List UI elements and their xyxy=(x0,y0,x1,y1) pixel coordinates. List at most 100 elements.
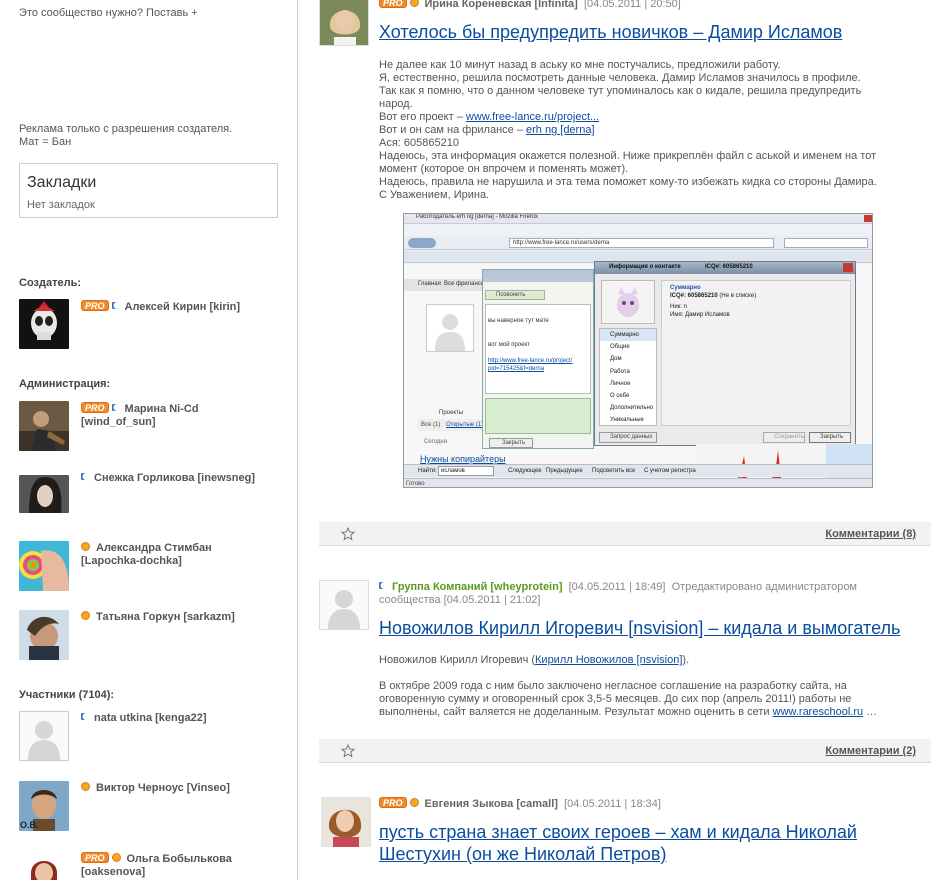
admin-name[interactable]: Марина Ni-Cd xyxy=(125,403,199,415)
chat-line: вот мой проект xyxy=(488,342,530,348)
comments-link[interactable]: Комментарии (2) xyxy=(825,745,916,757)
avatar[interactable]: O.B. xyxy=(19,781,69,831)
post-signature: С Уважением, Ирина. xyxy=(379,189,490,201)
post-title-line[interactable]: пусть страна знает своих героев – хам и … xyxy=(379,822,857,842)
icq-menu-item: Уникальные xyxy=(610,417,644,424)
admin-name[interactable]: Александра Стимбан xyxy=(96,542,212,554)
site-tabs: Главная Все фрилансеры xyxy=(404,279,492,291)
post-title[interactable]: Хотелось бы предупредить новичков – Дами… xyxy=(379,21,842,43)
user-photo xyxy=(426,304,474,352)
post-body: Новожилов Кирилл Игоревич (Кирилл Новожи… xyxy=(379,654,889,719)
close-label: Закрыть xyxy=(820,434,844,440)
admin-login[interactable]: [Lapochka-dochka] xyxy=(81,555,182,567)
avatar[interactable] xyxy=(19,711,69,761)
freelance-profile-link[interactable]: erh ng [derna] xyxy=(526,124,595,136)
close-icon xyxy=(864,215,872,222)
post-date: [04.05.2011 | 20:50] xyxy=(583,0,681,10)
bookmarks-title: Закладки xyxy=(27,174,97,191)
close-icon xyxy=(843,263,853,272)
post-author[interactable]: Ирина Кореневская [Infinita] xyxy=(425,0,578,10)
browser-navbar: http://www.free-lance.ru/users/derna xyxy=(404,236,872,250)
star-icon[interactable] xyxy=(341,527,355,541)
avatar[interactable] xyxy=(19,299,69,349)
star-icon[interactable] xyxy=(341,744,355,758)
icq-status: (Не в списке) xyxy=(719,293,757,299)
avatar[interactable] xyxy=(19,610,69,660)
post-line: Так как я помню, что о данном человеке т… xyxy=(379,85,862,110)
avatar[interactable] xyxy=(19,851,69,880)
icq-menu-item: Суммарно xyxy=(600,329,656,342)
post-body: Не далее как 10 минут назад в аську ко м… xyxy=(379,59,889,202)
bookmarks-box: Закладки Нет закладок xyxy=(19,163,278,218)
post-date: [04.05.2011 | 18:49] xyxy=(568,581,666,593)
project-link[interactable]: www.free-lance.ru/project... xyxy=(466,111,599,123)
site-link[interactable]: www.rareschool.ru xyxy=(773,706,863,718)
admin-name[interactable]: Татьяна Горкун [sarkazm] xyxy=(96,611,235,623)
chat-line: вы наверное тут мате xyxy=(488,318,549,324)
intro-suffix: ). xyxy=(682,654,690,666)
browser-statusbar: Готово xyxy=(404,478,872,487)
admin-login[interactable]: [wind_of_sun] xyxy=(81,416,156,428)
back-forward-icon xyxy=(408,238,436,248)
members-heading[interactable]: Участники (7104): xyxy=(19,689,114,701)
status-icon xyxy=(409,0,419,7)
post-footer: Комментарии (8) xyxy=(319,522,931,546)
project-filters: Все (1) Открытые (1) xyxy=(418,419,488,431)
icq-title: Информация о контакте xyxy=(609,264,681,270)
attached-screenshot[interactable]: Работодатель erh ng [derna] - Mozilla Fi… xyxy=(403,213,873,488)
icq-details: Суммарно ICQ#: 605865210 (Не в списке) Н… xyxy=(661,280,851,426)
post-date: [04.05.2011 | 18:34] xyxy=(564,798,661,810)
post-title-line[interactable]: Шестухин (он же Николай Петров) xyxy=(379,844,666,864)
edited-note: Отредактировано администратором xyxy=(671,581,857,593)
icq-number: Ася: 605865210 xyxy=(379,137,459,149)
comments-link[interactable]: Комментарии (8) xyxy=(825,528,916,540)
icq-summary: Суммарно xyxy=(670,285,701,291)
browser-titlebar: Работодатель erh ng [derna] - Mozilla Fi… xyxy=(404,214,872,224)
member-name[interactable]: nata utkina [kenga22] xyxy=(94,712,206,724)
request-data-button: Запрос данных xyxy=(599,432,657,443)
author-avatar[interactable] xyxy=(319,0,369,46)
author-avatar[interactable] xyxy=(321,797,371,847)
intro-prefix: Новожилов Кирилл Игоревич ( xyxy=(379,654,536,666)
status-icon xyxy=(111,853,121,862)
icq-info-window: Информация о контакте ICQ#: 605865210 Су… xyxy=(594,261,856,446)
read-more[interactable]: … xyxy=(863,706,877,718)
avatar[interactable] xyxy=(19,475,69,513)
post-title[interactable]: пусть страна знает своих героев – хам и … xyxy=(379,821,857,865)
avatar[interactable] xyxy=(19,401,69,451)
member-name[interactable]: Виктор Черноус [Vinseo] xyxy=(96,782,230,794)
member-name[interactable]: Ольга Бобылькова xyxy=(127,853,232,865)
edited-note-date: сообщества [04.05.2011 | 21:02] xyxy=(379,594,541,606)
user-icon xyxy=(111,302,117,309)
post-title[interactable]: Новожилов Кирилл Игоревич [nsvision] – к… xyxy=(379,617,900,639)
community-sidebar: Это сообщество нужно? Поставь + Реклама … xyxy=(0,0,298,880)
find-input: исламов xyxy=(438,466,494,476)
icq-menu: Суммарно Общие Дом Работа Личное О себе … xyxy=(599,328,657,426)
user-icon xyxy=(379,582,384,589)
find-next: Следующее xyxy=(508,468,542,474)
icq-menu-item: О себе xyxy=(610,393,630,400)
post-line: Не далее как 10 минут назад в аську ко м… xyxy=(379,59,781,71)
creator-name[interactable]: Алексей Кирин [kirin] xyxy=(125,301,241,313)
ads-rule: Реклама только с разрешения создателя. xyxy=(19,123,233,135)
status-icon xyxy=(81,542,90,551)
profile-link[interactable]: Кирилл Новожилов [nsvision] xyxy=(535,654,682,666)
post-author[interactable]: Евгения Зыкова [camall] xyxy=(425,798,558,810)
chat-line: pid=715425&f=derna xyxy=(488,366,545,372)
icq-menu-item: Дом xyxy=(610,356,622,363)
post-line: Надеюсь, правила не нарушила и эта тема … xyxy=(379,176,877,188)
projects-tab: Проекты xyxy=(439,410,464,416)
chat-window: Позвонить вы наверное тут мате вот мой п… xyxy=(482,269,594,449)
post-author[interactable]: Группа Компаний [wheyprotein] xyxy=(392,581,563,593)
author-avatar[interactable] xyxy=(319,580,369,630)
bookmarks-empty: Нет закладок xyxy=(27,199,95,211)
icq-title-number: ICQ#: 605865210 xyxy=(705,264,753,270)
freelance-prefix: Вот и он сам на фрилансе – xyxy=(379,124,527,136)
member-login[interactable]: [oaksenova] xyxy=(81,866,145,878)
post-line: Я, естественно, решила посмотреть данные… xyxy=(379,72,861,84)
pro-badge: PRO xyxy=(81,402,109,413)
job-link: Нужны копирайтеры xyxy=(420,454,506,464)
admin-name[interactable]: Снежка Горликова [inewsneg] xyxy=(94,472,255,484)
avatar[interactable] xyxy=(19,541,69,591)
need-community-link[interactable]: Это сообщество нужно? Поставь + xyxy=(19,7,198,19)
